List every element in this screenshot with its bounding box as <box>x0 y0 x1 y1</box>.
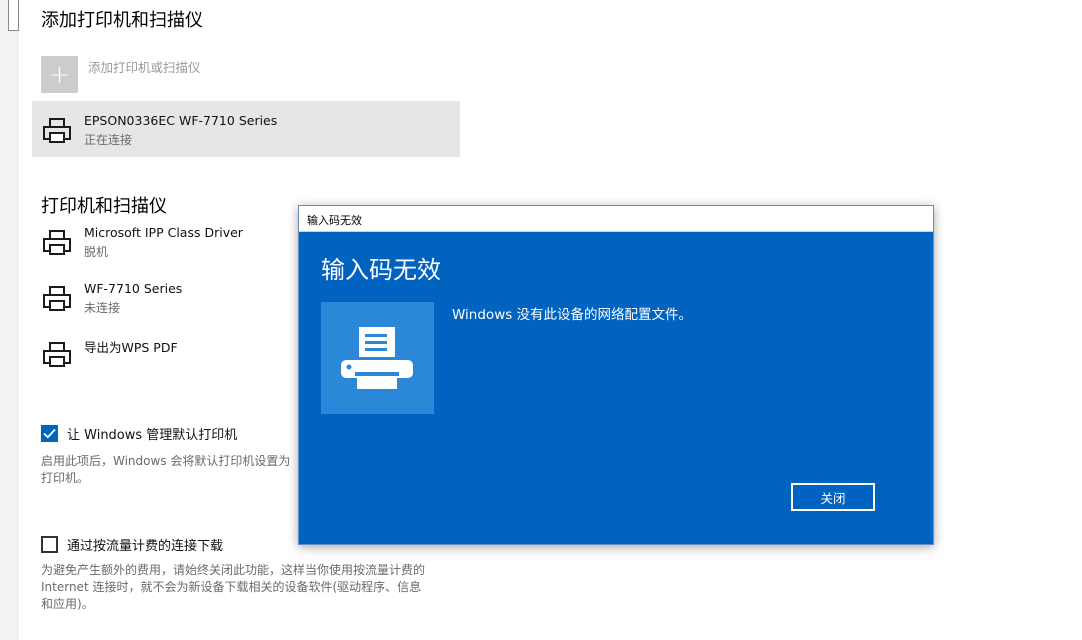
printer-icon <box>43 230 71 255</box>
add-printer-label: 添加打印机或扫描仪 <box>88 60 201 75</box>
metered-download-label: 通过按流量计费的连接下载 <box>67 539 224 554</box>
plus-icon: + <box>41 56 78 93</box>
add-section-title: 添加打印机和扫描仪 <box>41 10 203 31</box>
manage-default-description: 启用此项后，Windows 会将默认打印机设置为 打印机。 <box>41 453 290 487</box>
dialog-heading: 输入码无效 <box>321 256 441 284</box>
dialog-titlebar[interactable]: 输入码无效 <box>299 206 933 232</box>
close-button[interactable]: 关闭 <box>791 483 875 511</box>
printer-name: WF-7710 Series <box>84 281 183 296</box>
metered-download-toggle[interactable]: 通过按流量计费的连接下载 <box>41 535 223 554</box>
metered-download-description-line: 和应用)。 <box>41 597 94 611</box>
manage-default-checkbox[interactable] <box>41 425 58 442</box>
manage-default-description-line: 打印机。 <box>41 471 90 485</box>
manage-default-description-line: 启用此项后，Windows 会将默认打印机设置为 <box>41 454 291 468</box>
printer-name: 导出为WPS PDF <box>84 340 178 355</box>
manage-default-label: 让 Windows 管理默认打印机 <box>67 428 238 443</box>
invalid-code-dialog: 输入码无效 输入码无效 Windows 没有此设备的网络配置文件。 关闭 <box>298 205 934 545</box>
add-printer-button[interactable]: + 添加打印机或扫描仪 <box>41 56 201 93</box>
printer-icon <box>43 286 71 311</box>
pending-device-name: EPSON0336EC WF-7710 Series <box>84 113 278 128</box>
metered-download-description: 为避免产生额外的费用，请始终关闭此功能，这样当你使用按流量计费的 Interne… <box>41 562 425 613</box>
printer-icon <box>43 118 71 143</box>
background-window-edge <box>0 0 19 640</box>
dialog-window-title: 输入码无效 <box>307 214 362 227</box>
checkmark-icon <box>43 428 56 439</box>
printer-name: Microsoft IPP Class Driver <box>84 225 243 240</box>
printer-icon <box>43 342 71 367</box>
background-window-frame <box>8 0 19 31</box>
pending-device-item[interactable]: EPSON0336EC WF-7710 Series 正在连接 <box>32 101 460 157</box>
printer-status: 脱机 <box>84 245 109 259</box>
manage-default-printer-toggle[interactable]: 让 Windows 管理默认打印机 <box>41 424 237 443</box>
printer-icon <box>341 327 413 389</box>
metered-download-checkbox[interactable] <box>41 536 58 553</box>
metered-download-description-line: 为避免产生额外的费用，请始终关闭此功能，这样当你使用按流量计费的 <box>41 563 426 577</box>
printer-status: 未连接 <box>84 301 121 315</box>
dialog-message: Windows 没有此设备的网络配置文件。 <box>452 307 693 323</box>
pending-device-status: 正在连接 <box>84 133 133 147</box>
dialog-device-tile <box>321 302 434 414</box>
metered-download-description-line: Internet 连接时，就不会为新设备下载相关的设备软件(驱动程序、信息 <box>41 580 422 594</box>
